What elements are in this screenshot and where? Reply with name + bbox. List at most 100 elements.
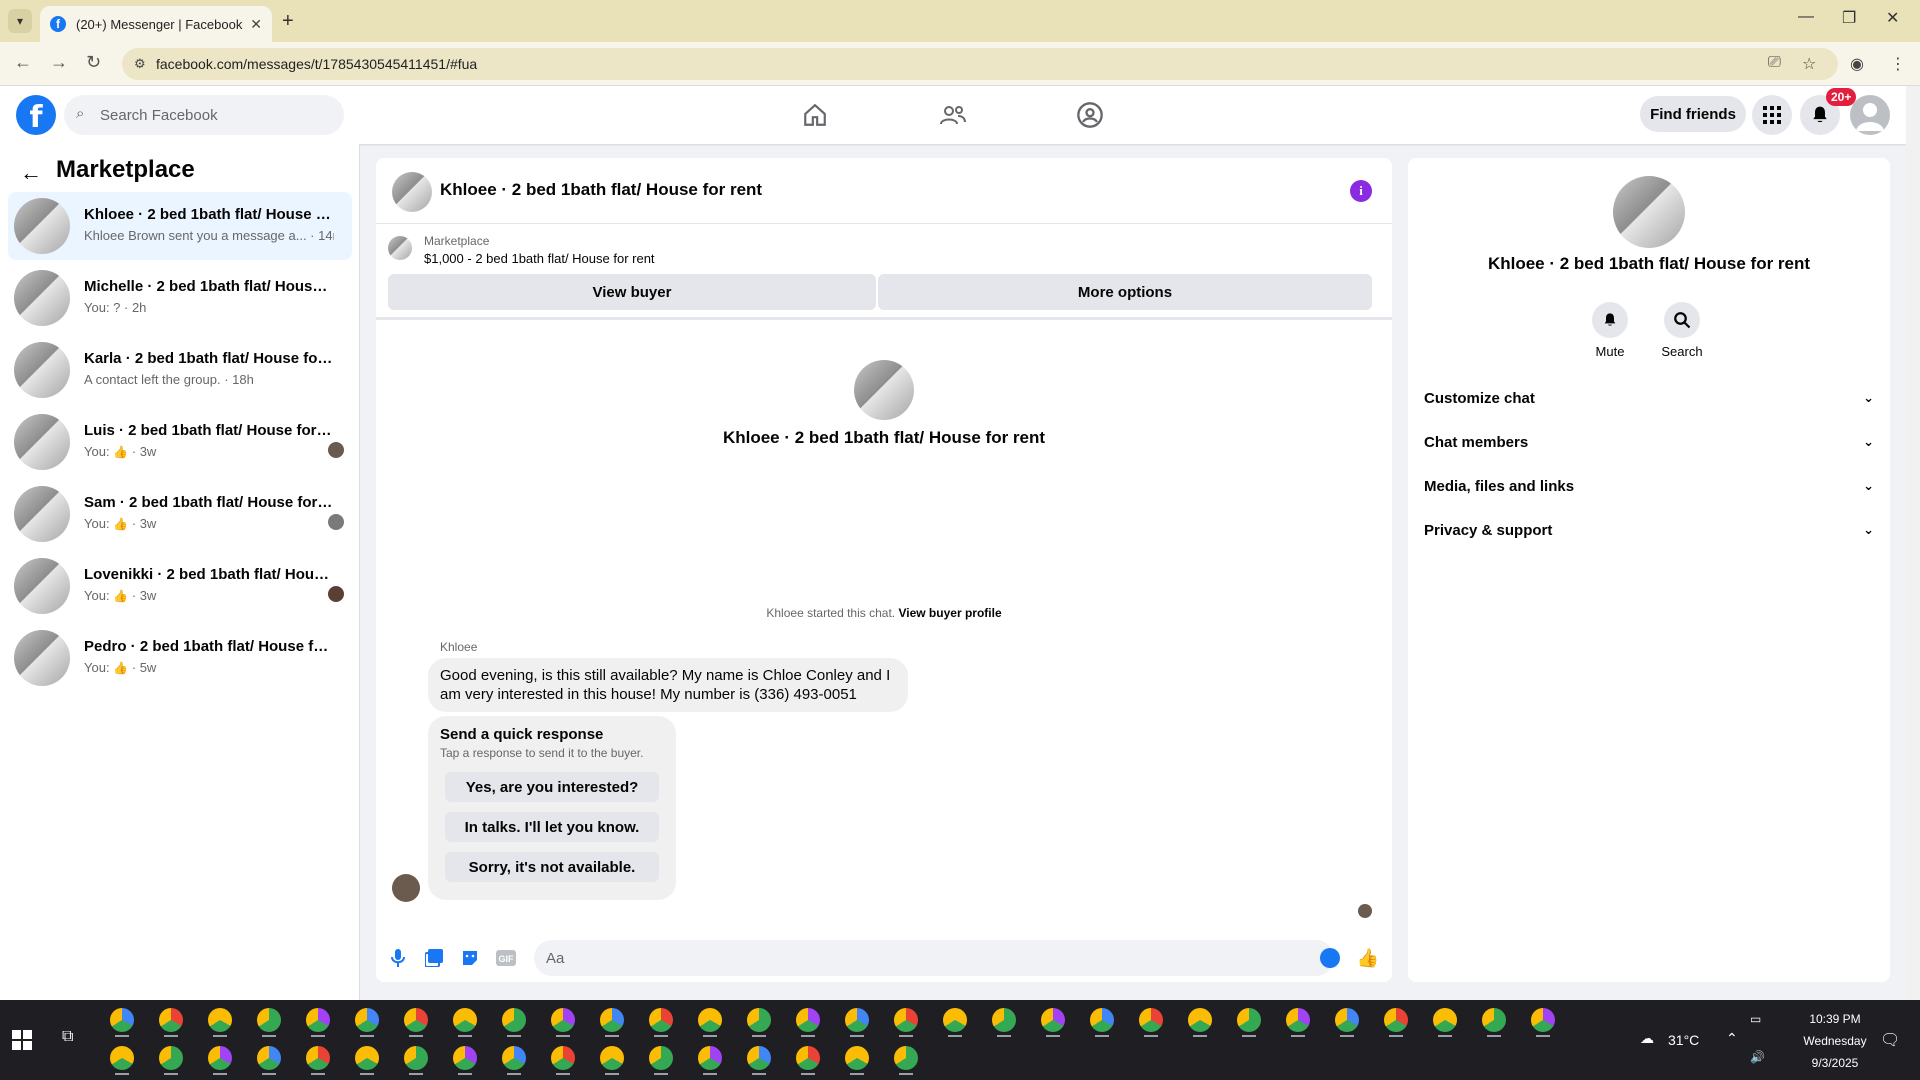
taskbar-app-icon[interactable] bbox=[894, 1008, 918, 1032]
conversation-item[interactable]: Sam · 2 bed 1bath flat/ House for rent Y… bbox=[8, 480, 352, 548]
taskbar-app-icon[interactable] bbox=[404, 1046, 428, 1070]
taskbar-app-icon[interactable] bbox=[257, 1046, 281, 1070]
view-buyer-profile-link[interactable]: View buyer profile bbox=[898, 606, 1001, 620]
view-buyer-button[interactable]: View buyer bbox=[388, 274, 876, 310]
gif-icon[interactable]: GIF bbox=[496, 948, 516, 968]
taskbar-app-icon[interactable] bbox=[110, 1008, 134, 1032]
conversation-item[interactable]: Khloee · 2 bed 1bath flat/ House for ren… bbox=[8, 192, 352, 260]
privacy-support-item[interactable]: Privacy & support ⌄ bbox=[1424, 512, 1874, 548]
info-icon[interactable]: i bbox=[1350, 180, 1372, 202]
find-friends-button[interactable]: Find friends bbox=[1640, 96, 1746, 132]
volume-icon[interactable]: 🔊 bbox=[1750, 1050, 1765, 1064]
taskbar-app-icon[interactable] bbox=[159, 1046, 183, 1070]
taskbar-app-icon[interactable] bbox=[747, 1046, 771, 1070]
thumbs-up-send-icon[interactable]: 👍 bbox=[1357, 948, 1379, 968]
taskbar-app-icon[interactable] bbox=[747, 1008, 771, 1032]
profile-icon[interactable]: ◉ bbox=[1850, 54, 1864, 74]
home-icon[interactable] bbox=[800, 100, 830, 130]
back-arrow-icon[interactable]: ← bbox=[20, 160, 42, 186]
taskbar-app-icon[interactable] bbox=[698, 1046, 722, 1070]
quick-response-button[interactable]: In talks. I'll let you know. bbox=[445, 812, 659, 842]
taskbar-app-icon[interactable] bbox=[306, 1046, 330, 1070]
taskbar-app-icon[interactable] bbox=[502, 1046, 526, 1070]
chat-members-item[interactable]: Chat members ⌄ bbox=[1424, 424, 1874, 460]
taskbar-app-icon[interactable] bbox=[1384, 1008, 1408, 1032]
taskbar-app-icon[interactable] bbox=[1139, 1008, 1163, 1032]
address-bar[interactable]: ⚙ facebook.com/messages/t/17854305454114… bbox=[122, 48, 1838, 80]
taskbar-app-icon[interactable] bbox=[453, 1046, 477, 1070]
sender-avatar[interactable] bbox=[392, 874, 420, 902]
site-info-icon[interactable]: ⚙ bbox=[134, 56, 146, 72]
mute-button[interactable]: Mute bbox=[1580, 302, 1640, 359]
taskbar-app-icon[interactable] bbox=[845, 1046, 869, 1070]
taskbar-app-icon[interactable] bbox=[796, 1046, 820, 1070]
task-view-icon[interactable]: ⧉ bbox=[62, 1028, 73, 1046]
conversation-item[interactable]: Luis · 2 bed 1bath flat/ House for rent … bbox=[8, 408, 352, 476]
back-icon[interactable]: ← bbox=[14, 52, 32, 73]
sticker-icon[interactable] bbox=[460, 948, 480, 968]
taskbar-app-icon[interactable] bbox=[208, 1046, 232, 1070]
taskbar-app-icon[interactable] bbox=[355, 1008, 379, 1032]
restore-icon[interactable]: ❐ bbox=[1842, 8, 1856, 28]
taskbar-app-icon[interactable] bbox=[502, 1008, 526, 1032]
listing-price[interactable]: $1,000 - 2 bed 1bath flat/ House for ren… bbox=[424, 251, 655, 266]
chat-avatar[interactable] bbox=[392, 172, 432, 212]
taskbar-app-icon[interactable] bbox=[306, 1008, 330, 1032]
taskbar-app-icon[interactable] bbox=[208, 1008, 232, 1032]
reload-icon[interactable]: ↻ bbox=[86, 52, 101, 73]
tab-search-button[interactable]: ▾ bbox=[8, 9, 32, 33]
microphone-icon[interactable] bbox=[388, 948, 408, 968]
taskbar-app-icon[interactable] bbox=[1188, 1008, 1212, 1032]
taskbar-app-icon[interactable] bbox=[649, 1046, 673, 1070]
taskbar-app-icon[interactable] bbox=[943, 1008, 967, 1032]
taskbar-app-icon[interactable] bbox=[698, 1008, 722, 1032]
conversation-item[interactable]: Lovenikki · 2 bed 1bath flat/ House for … bbox=[8, 552, 352, 620]
more-options-button[interactable]: More options bbox=[878, 274, 1372, 310]
search-in-chat-button[interactable]: Search bbox=[1652, 302, 1712, 359]
taskbar-app-icon[interactable] bbox=[992, 1008, 1016, 1032]
new-tab-button[interactable]: + bbox=[282, 10, 294, 33]
taskbar-app-icon[interactable] bbox=[649, 1008, 673, 1032]
menu-dots-icon[interactable]: ⋮ bbox=[1890, 54, 1906, 74]
taskbar-app-icon[interactable] bbox=[453, 1008, 477, 1032]
menu-grid-icon[interactable] bbox=[1752, 95, 1792, 135]
photo-icon[interactable] bbox=[424, 948, 444, 968]
taskbar-app-icon[interactable] bbox=[600, 1046, 624, 1070]
taskbar-app-icon[interactable] bbox=[1482, 1008, 1506, 1032]
windows-start-icon[interactable] bbox=[12, 1030, 32, 1050]
weather-icon[interactable]: ☁ bbox=[1640, 1030, 1654, 1047]
taskbar-app-icon[interactable] bbox=[1531, 1008, 1555, 1032]
notification-center-icon[interactable]: 🗨 bbox=[1880, 1030, 1900, 1050]
media-files-links-item[interactable]: Media, files and links ⌄ bbox=[1424, 468, 1874, 504]
window-close-icon[interactable]: ✕ bbox=[1886, 8, 1899, 28]
taskbar-app-icon[interactable] bbox=[551, 1046, 575, 1070]
taskbar-app-icon[interactable] bbox=[551, 1008, 575, 1032]
clock-day[interactable]: Wednesday bbox=[1790, 1034, 1880, 1048]
message-input[interactable]: Aa bbox=[534, 940, 1334, 976]
facebook-logo-icon[interactable]: f bbox=[16, 95, 56, 135]
message-bubble[interactable]: Good evening, is this still available? M… bbox=[428, 658, 908, 712]
taskbar-app-icon[interactable] bbox=[894, 1046, 918, 1070]
groups-icon[interactable] bbox=[1075, 100, 1105, 130]
account-avatar[interactable] bbox=[1850, 95, 1890, 135]
taskbar-app-icon[interactable] bbox=[796, 1008, 820, 1032]
forward-icon[interactable]: → bbox=[50, 52, 68, 73]
conversation-item[interactable]: Pedro · 2 bed 1bath flat/ House for rent… bbox=[8, 624, 352, 692]
conversation-item[interactable]: Karla · 2 bed 1bath flat/ House for rent… bbox=[8, 336, 352, 404]
search-input[interactable]: ⌕ Search Facebook bbox=[64, 95, 344, 135]
clock-time[interactable]: 10:39 PM bbox=[1790, 1012, 1880, 1026]
weather-temperature[interactable]: 31°C bbox=[1668, 1032, 1699, 1048]
tray-expand-icon[interactable]: ⌃ bbox=[1726, 1030, 1738, 1047]
chat-title[interactable]: Khloee · 2 bed 1bath flat/ House for ren… bbox=[440, 180, 762, 200]
taskbar-app-icon[interactable] bbox=[159, 1008, 183, 1032]
page-scrollbar[interactable] bbox=[1906, 86, 1920, 1000]
taskbar-app-icon[interactable] bbox=[600, 1008, 624, 1032]
quick-response-button[interactable]: Yes, are you interested? bbox=[445, 772, 659, 802]
customize-chat-item[interactable]: Customize chat ⌄ bbox=[1424, 380, 1874, 416]
bookmark-star-icon[interactable]: ☆ bbox=[1802, 54, 1816, 74]
taskbar-app-icon[interactable] bbox=[1041, 1008, 1065, 1032]
emoji-icon[interactable] bbox=[1320, 948, 1340, 968]
quick-response-button[interactable]: Sorry, it's not available. bbox=[445, 852, 659, 882]
network-icon[interactable]: ▭ bbox=[1750, 1012, 1761, 1026]
close-tab-icon[interactable]: ✕ bbox=[250, 16, 262, 33]
